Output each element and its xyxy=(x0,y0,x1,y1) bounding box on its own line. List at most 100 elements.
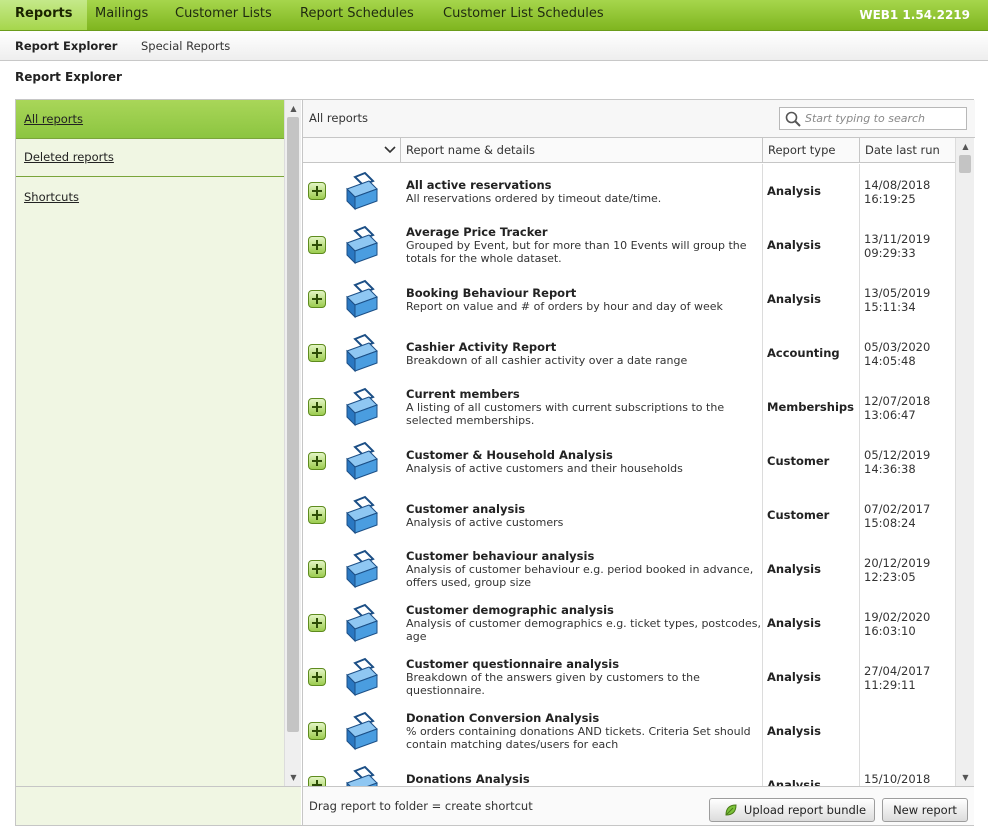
report-description: Grouped by Event, but for more than 10 E… xyxy=(406,239,747,265)
top-nav: Reports Mailings Customer Lists Report S… xyxy=(0,0,988,31)
add-shortcut-icon[interactable] xyxy=(308,344,326,362)
last-run-time: 14:05:48 xyxy=(864,354,916,368)
folder-deleted-reports[interactable]: Deleted reports xyxy=(16,139,284,176)
report-description: Breakdown of the answers given by custom… xyxy=(406,671,700,697)
scroll-down-icon[interactable]: ▼ xyxy=(956,773,975,782)
table-row[interactable]: Booking Behaviour Report Report on value … xyxy=(303,272,955,326)
tab-report-schedules[interactable]: Report Schedules xyxy=(300,0,414,30)
report-name[interactable]: Booking Behaviour Report xyxy=(406,286,576,300)
report-last-run: 14/08/2018 16:19:25 xyxy=(864,178,954,206)
table-header: Report name & details Report type Date l… xyxy=(303,138,955,163)
scroll-up-icon[interactable]: ▲ xyxy=(956,142,975,151)
folder-all-reports[interactable]: All reports xyxy=(16,100,284,138)
report-name[interactable]: Donation Conversion Analysis xyxy=(406,711,599,725)
report-name[interactable]: Current members xyxy=(406,387,520,401)
last-run-time: 16:19:25 xyxy=(864,192,916,206)
report-toolbox-icon xyxy=(346,603,378,643)
table-row[interactable]: Customer analysis Analysis of active cust… xyxy=(303,488,955,542)
report-name[interactable]: Customer demographic analysis xyxy=(406,603,614,617)
table-row[interactable]: Customer questionnaire analysis Breakdown… xyxy=(303,650,955,704)
last-run-time: 11:29:11 xyxy=(864,678,916,692)
last-run-time: 16:03:10 xyxy=(864,624,916,638)
last-run-date: 15/10/2018 xyxy=(864,772,931,786)
report-toolbox-icon xyxy=(346,333,378,373)
report-last-run: 05/12/2019 14:36:38 xyxy=(864,448,954,476)
add-shortcut-icon[interactable] xyxy=(308,560,326,578)
last-run-time: 15:08:24 xyxy=(864,516,916,530)
report-name[interactable]: Customer behaviour analysis xyxy=(406,549,594,563)
column-report-name[interactable]: Report name & details xyxy=(400,138,762,163)
report-last-run: 20/12/2019 12:23:05 xyxy=(864,556,954,584)
report-name[interactable]: Customer analysis xyxy=(406,502,525,516)
report-toolbox-icon xyxy=(346,171,378,211)
add-shortcut-icon[interactable] xyxy=(308,614,326,632)
last-run-time: 12:23:05 xyxy=(864,570,916,584)
tab-mailings[interactable]: Mailings xyxy=(95,0,148,30)
report-toolbox-icon xyxy=(346,711,378,751)
last-run-date: 13/11/2019 xyxy=(864,232,931,246)
table-row[interactable]: Donations AnalysisAnalysis, by sales cha… xyxy=(303,758,955,786)
add-shortcut-icon[interactable] xyxy=(308,290,326,308)
report-name[interactable]: Customer questionnaire analysis xyxy=(406,657,619,671)
add-shortcut-icon[interactable] xyxy=(308,398,326,416)
folder-scrollbar[interactable]: ▲ ▼ xyxy=(284,100,301,786)
tab-customer-list-schedules[interactable]: Customer List Schedules xyxy=(443,0,604,30)
table-row[interactable]: Cashier Activity Report Breakdown of all … xyxy=(303,326,955,380)
search-input[interactable]: Start typing to search xyxy=(779,107,967,130)
subtab-report-explorer[interactable]: Report Explorer xyxy=(15,31,117,61)
add-shortcut-icon[interactable] xyxy=(308,236,326,254)
report-description: Analysis of customer behaviour e.g. peri… xyxy=(406,563,754,589)
add-shortcut-icon[interactable] xyxy=(308,668,326,686)
table-row[interactable]: All active reservations All reservations … xyxy=(303,164,955,218)
report-name[interactable]: Donations Analysis xyxy=(406,772,530,786)
report-toolbox-icon xyxy=(346,495,378,535)
scroll-thumb[interactable] xyxy=(959,155,971,173)
upload-report-bundle-button[interactable]: Upload report bundle xyxy=(709,798,875,822)
report-description: Report on value and # of orders by hour … xyxy=(406,300,723,313)
report-last-run: 07/02/2017 15:08:24 xyxy=(864,502,954,530)
report-type: Analysis xyxy=(767,670,821,684)
report-scrollbar[interactable]: ▲ ▼ xyxy=(955,138,974,786)
scroll-thumb[interactable] xyxy=(287,117,299,732)
report-toolbox-icon xyxy=(346,657,378,697)
breadcrumb: All reports xyxy=(309,111,369,125)
add-shortcut-icon[interactable] xyxy=(308,776,326,786)
new-report-button[interactable]: New report xyxy=(882,798,968,822)
version-label: WEB1 1.54.2219 xyxy=(859,8,970,22)
subtab-special-reports[interactable]: Special Reports xyxy=(141,31,230,61)
report-type: Customer xyxy=(767,508,830,522)
report-last-run: 27/04/2017 11:29:11 xyxy=(864,664,954,692)
report-name[interactable]: Cashier Activity Report xyxy=(406,340,556,354)
column-date-last-run[interactable]: Date last run xyxy=(859,138,955,163)
table-row[interactable]: Average Price Tracker Grouped by Event, b… xyxy=(303,218,955,272)
add-shortcut-icon[interactable] xyxy=(308,722,326,740)
report-list-header: All reports Start typing to search xyxy=(303,100,975,138)
table-row[interactable]: Customer & Household Analysis Analysis of… xyxy=(303,434,955,488)
column-report-type[interactable]: Report type xyxy=(762,138,859,163)
scroll-down-icon[interactable]: ▼ xyxy=(285,773,302,782)
last-run-date: 20/12/2019 xyxy=(864,556,931,570)
tab-reports[interactable]: Reports xyxy=(0,0,88,30)
column-divider xyxy=(859,164,860,786)
folder-shortcuts[interactable]: Shortcuts xyxy=(16,177,284,217)
report-name[interactable]: All active reservations xyxy=(406,178,552,192)
last-run-date: 05/12/2019 xyxy=(864,448,931,462)
add-shortcut-icon[interactable] xyxy=(308,452,326,470)
table-row[interactable]: Donation Conversion Analysis% orders con… xyxy=(303,704,955,758)
last-run-date: 12/07/2018 xyxy=(864,394,931,408)
add-shortcut-icon[interactable] xyxy=(308,182,326,200)
report-name[interactable]: Average Price Tracker xyxy=(406,225,548,239)
table-row[interactable]: Current members A listing of all customer… xyxy=(303,380,955,434)
report-name[interactable]: Customer & Household Analysis xyxy=(406,448,613,462)
leaf-icon xyxy=(725,804,737,816)
chevron-down-icon[interactable] xyxy=(383,144,397,159)
table-row[interactable]: Customer behaviour analysis Analysis of c… xyxy=(303,542,955,596)
report-type: Analysis xyxy=(767,616,821,630)
scroll-up-icon[interactable]: ▲ xyxy=(285,104,302,113)
report-type: Analysis xyxy=(767,184,821,198)
add-shortcut-icon[interactable] xyxy=(308,506,326,524)
report-last-run: 12/07/2018 13:06:47 xyxy=(864,394,954,422)
report-list-panel: All reports Start typing to search Repor… xyxy=(302,100,975,786)
table-row[interactable]: Customer demographic analysis Analysis of… xyxy=(303,596,955,650)
tab-customer-lists[interactable]: Customer Lists xyxy=(175,0,272,30)
